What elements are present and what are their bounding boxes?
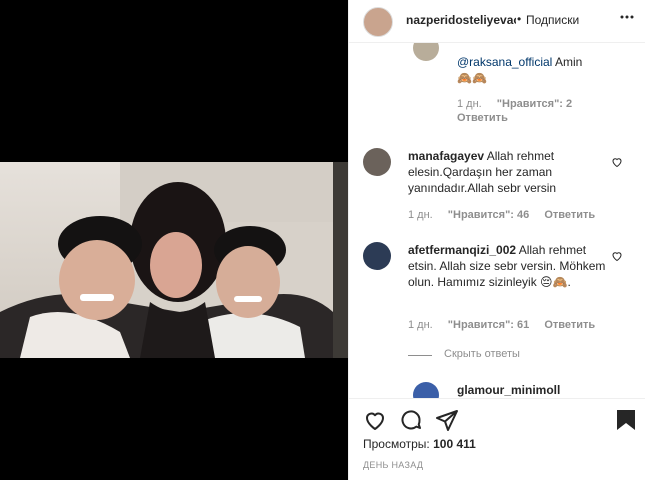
post-actions: Просмотры: 100 411 ДЕНЬ НАЗАД (349, 398, 645, 481)
commenter-avatar[interactable] (363, 242, 391, 270)
author-username[interactable]: nazperidosteliyevaoffi (406, 13, 516, 27)
comment-emoji: 🙈🙈 (457, 71, 487, 85)
comment-username[interactable]: glamour_minimoll (457, 383, 560, 397)
bookmark-icon[interactable] (615, 408, 637, 435)
comment-time: 1 дн. (408, 319, 433, 331)
comment-body: Amin (552, 55, 583, 69)
comment-likes[interactable]: "Нравится": 46 (448, 209, 529, 221)
comment-username[interactable]: afetfermanqizi_002 (408, 243, 516, 257)
comment-like-icon[interactable] (611, 156, 623, 168)
header-separator: • (517, 12, 522, 26)
comment-icon[interactable] (399, 408, 423, 435)
comment-username[interactable]: manafagayev (408, 149, 484, 163)
comment-text: @raksana_official Amin 🙈🙈 (457, 54, 637, 86)
comment-meta: 1 дн. "Нравится": 46 Ответить (408, 209, 607, 221)
hide-replies-button[interactable]: Скрыть ответы (444, 348, 520, 360)
reply-button[interactable]: Ответить (544, 319, 595, 331)
post-photo[interactable] (0, 162, 348, 358)
post-timestamp[interactable]: ДЕНЬ НАЗАД (363, 460, 423, 470)
comment-time: 1 дн. (457, 98, 482, 110)
comments-list[interactable]: @raksana_official Amin 🙈🙈 1 дн. "Нравитс… (349, 43, 645, 398)
comment-likes[interactable]: "Нравится": 61 (448, 319, 529, 331)
post-media[interactable] (0, 0, 348, 480)
reply-button[interactable]: Ответить (544, 209, 595, 221)
more-options-icon[interactable] (619, 9, 635, 30)
commenter-avatar[interactable] (363, 148, 391, 176)
mention-link[interactable]: @raksana_official (457, 55, 552, 69)
share-icon[interactable] (435, 408, 459, 435)
post-header: nazperidosteliyevaoffi • Подписки (349, 0, 645, 43)
commenter-avatar[interactable] (413, 382, 439, 398)
comment-text: manafagayev Allah rehmet elesin.Qardaşın… (408, 148, 608, 196)
views-number: 100 411 (433, 437, 476, 451)
comment-text: glamour_minimoll (457, 382, 560, 398)
comment-emoji: 😔🙈. (540, 275, 571, 289)
post-sidebar: nazperidosteliyevaoffi • Подписки @raksa… (348, 0, 645, 481)
like-icon[interactable] (363, 408, 387, 435)
comment-likes[interactable]: "Нравится": 2 (497, 98, 572, 110)
comment-text: afetfermanqizi_002 Allah rehmet etsin. A… (408, 242, 608, 290)
comment-time: 1 дн. (408, 209, 433, 221)
reply-button[interactable]: Ответить (457, 112, 508, 124)
hide-replies-line (408, 355, 432, 356)
comment-like-icon[interactable] (611, 250, 623, 262)
commenter-avatar[interactable] (413, 43, 439, 61)
views-label: Просмотры: (363, 437, 430, 451)
author-avatar[interactable] (363, 7, 393, 37)
views-count[interactable]: Просмотры: 100 411 (363, 437, 476, 451)
comment-meta: 1 дн. "Нравится": 2 Ответить (457, 97, 607, 125)
following-button[interactable]: Подписки (526, 13, 579, 27)
comment-meta: 1 дн. "Нравится": 61 Ответить (408, 319, 607, 331)
